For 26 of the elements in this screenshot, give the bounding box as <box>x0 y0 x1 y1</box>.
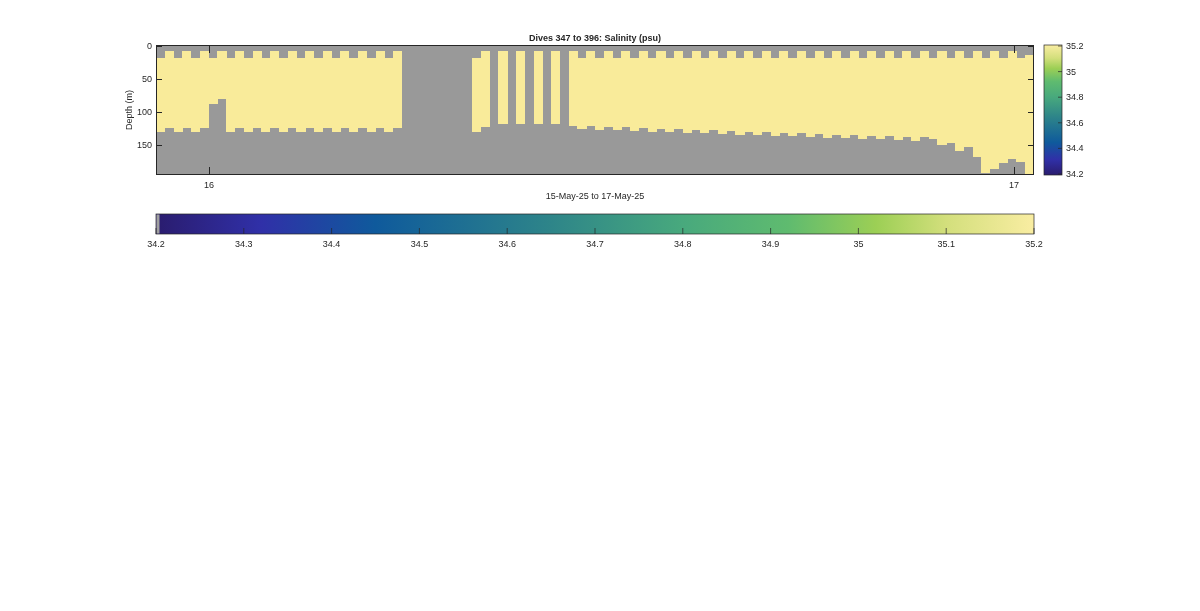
y-tick-label: 150 <box>136 140 152 151</box>
colorbar-tick-label: 35.2 <box>1025 239 1043 249</box>
colorbar-tick-label: 34.5 <box>410 239 429 249</box>
colorbar-tick-label: 34.8 <box>1066 92 1084 103</box>
colorbar-tick-label: 34.7 <box>586 239 604 249</box>
colorbar-tick-label: 34.2 <box>147 239 165 249</box>
y-axis-label: Depth (m) <box>124 90 134 130</box>
colorbar-tick-label: 35 <box>853 239 864 249</box>
colorbar-tick-label: 34.4 <box>1066 143 1084 154</box>
colorbar-tick-label: 34.2 <box>1066 169 1084 179</box>
colorbar-tick-label: 34.4 <box>322 239 341 249</box>
y-tick-label: 50 <box>142 74 152 85</box>
chart-title: Dives 347 to 396: Salinity (psu) <box>529 33 661 43</box>
colorbar-tick-label: 34.8 <box>674 239 692 249</box>
colorbar-tick-label: 34.6 <box>498 239 516 249</box>
x-axis-label: 15-May-25 to 17-May-25 <box>545 191 645 201</box>
colorbar-tick-label: 35 <box>1066 66 1076 77</box>
colorbar-tick-label: 35.1 <box>937 239 955 249</box>
y-tick-label: 100 <box>136 107 152 118</box>
colorbar-tick-label: 35.2 <box>1066 41 1084 51</box>
x-tick-label: 17 <box>1009 180 1019 190</box>
colorbar-tick-label: 34.6 <box>1066 117 1084 128</box>
colorbar-tick-label: 34.3 <box>235 239 253 249</box>
x-tick-label: 16 <box>204 180 214 190</box>
colorbar-tick-label: 34.9 <box>761 239 780 249</box>
y-tick-label: 0 <box>147 41 152 51</box>
